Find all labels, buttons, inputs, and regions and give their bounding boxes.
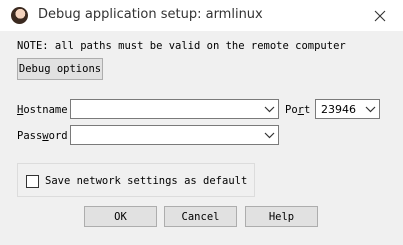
password-label-post: ord bbox=[48, 130, 68, 142]
chevron-down-icon[interactable] bbox=[263, 103, 276, 115]
port-value: 23946 bbox=[321, 103, 356, 116]
title-bar: Debug application setup: armlinux bbox=[0, 0, 403, 31]
chevron-down-icon[interactable] bbox=[263, 129, 276, 141]
hostname-label: Hostname bbox=[17, 104, 68, 116]
port-label-post: t bbox=[303, 104, 311, 116]
close-button[interactable] bbox=[366, 4, 394, 28]
app-avatar-icon bbox=[11, 7, 28, 24]
help-button[interactable]: Help bbox=[245, 206, 318, 227]
save-network-checkbox[interactable] bbox=[26, 175, 39, 188]
port-label-pre: Po bbox=[285, 104, 298, 116]
password-label: Password bbox=[17, 130, 68, 142]
ok-button[interactable]: OK bbox=[84, 206, 157, 227]
port-combobox[interactable]: 23946 bbox=[315, 99, 380, 119]
debug-options-button[interactable]: Debug options bbox=[17, 58, 103, 80]
port-label: Port bbox=[285, 104, 310, 116]
password-combobox[interactable] bbox=[70, 125, 279, 145]
password-label-pre: Pass bbox=[17, 130, 43, 142]
window-title: Debug application setup: armlinux bbox=[38, 7, 263, 22]
chevron-down-icon[interactable] bbox=[364, 103, 377, 115]
hostname-label-rest: ostname bbox=[23, 104, 68, 116]
save-network-label[interactable]: Save network settings as default bbox=[45, 175, 247, 187]
note-text: NOTE: all paths must be valid on the rem… bbox=[17, 40, 346, 52]
hostname-combobox[interactable] bbox=[70, 99, 279, 119]
close-icon bbox=[374, 10, 386, 22]
cancel-button[interactable]: Cancel bbox=[164, 206, 237, 227]
